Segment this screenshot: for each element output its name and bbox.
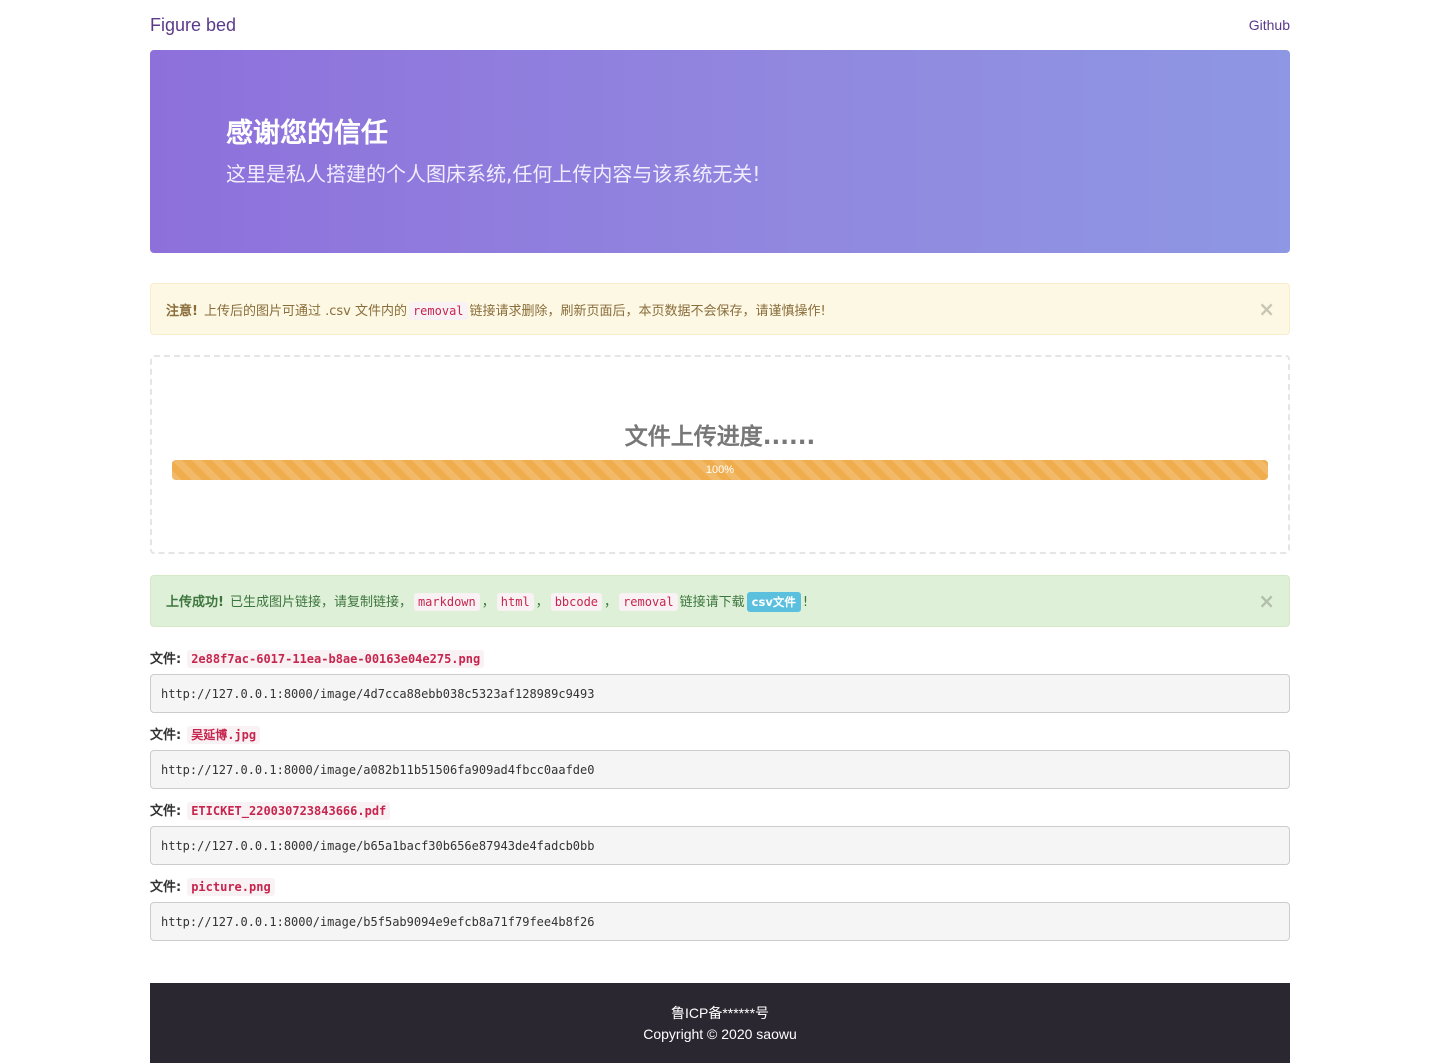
footer-icp: 鲁ICP备******号 (670, 1005, 770, 1021)
success-close-icon[interactable]: × (1258, 591, 1275, 611)
file-url-input[interactable] (150, 826, 1290, 865)
file-label: 文件: (150, 652, 182, 667)
file-name: ETICKET_220030723843666.pdf (187, 802, 391, 820)
file-label-row: 文件: 2e88f7ac-6017-11ea-b8ae-00163e04e275.… (150, 649, 1290, 669)
hero-banner: 感谢您的信任 这里是私人搭建的个人图床系统,任何上传内容与该系统无关! (150, 50, 1290, 253)
file-label-row: 文件: ETICKET_220030723843666.pdf (150, 801, 1290, 821)
file-item: 文件: picture.png (150, 877, 1290, 941)
file-label: 文件: (150, 728, 182, 743)
success-separator: ， (535, 594, 549, 610)
warning-close-icon[interactable]: × (1258, 299, 1275, 319)
file-label-row: 文件: picture.png (150, 877, 1290, 897)
file-url-input[interactable] (150, 902, 1290, 941)
success-message: 上传成功! 已生成图片链接，请复制链接， markdown， html， bbcode，… (166, 591, 808, 612)
success-alert: 上传成功! 已生成图片链接，请复制链接， markdown， html， bbcode，… (150, 575, 1290, 627)
file-url-input[interactable] (150, 674, 1290, 713)
upload-progress-bar: 100% (172, 460, 1268, 480)
success-text-link: 链接请下载 (679, 594, 745, 610)
page-container: Figure bed Github 感谢您的信任 这里是私人搭建的个人图床系统,… (150, 0, 1290, 941)
success-text-before: 已生成图片链接，请复制链接， (229, 594, 412, 610)
hero-subtitle: 这里是私人搭建的个人图床系统,任何上传内容与该系统无关! (226, 162, 761, 186)
warning-alert: 注意! 上传后的图片可通过 .csv 文件内的 removal 链接请求删除，刷新页面… (150, 283, 1290, 335)
file-label-row: 文件: 吴延博.jpg (150, 725, 1290, 745)
success-code-html: html (496, 592, 534, 611)
file-name: 吴延博.jpg (187, 726, 261, 744)
csv-download-badge[interactable]: csv文件 (746, 591, 801, 612)
success-code-removal: removal (619, 592, 678, 611)
warning-strong: 注意! (166, 303, 198, 319)
hero-title: 感谢您的信任 (226, 118, 388, 149)
success-separator: ， (481, 594, 495, 610)
file-list: 文件: 2e88f7ac-6017-11ea-b8ae-00163e04e275.… (150, 649, 1290, 941)
file-item: 文件: ETICKET_220030723843666.pdf (150, 801, 1290, 865)
github-link[interactable]: Github (1249, 17, 1290, 33)
brand-logo-text[interactable]: Figure bed (150, 15, 236, 36)
file-name: picture.png (187, 878, 275, 896)
upload-dropzone[interactable]: 文件上传进度...... 100% (150, 355, 1290, 554)
upload-progress-title: 文件上传进度...... (624, 424, 816, 450)
page-footer: 鲁ICP备******号 Copyright © 2020 saowu (150, 983, 1290, 1063)
success-strong: 上传成功! (166, 594, 224, 610)
upload-progress-track: 100% (172, 460, 1268, 480)
file-item: 文件: 2e88f7ac-6017-11ea-b8ae-00163e04e275.… (150, 649, 1290, 713)
file-label: 文件: (150, 880, 182, 895)
file-name: 2e88f7ac-6017-11ea-b8ae-00163e04e275.png (187, 650, 485, 668)
success-code-bbcode: bbcode (550, 592, 603, 611)
footer-copyright: Copyright © 2020 saowu (643, 1026, 797, 1042)
warning-code-removal: removal (408, 301, 468, 320)
file-label: 文件: (150, 804, 182, 819)
warning-text-before: 上传后的图片可通过 .csv 文件内的 (203, 303, 407, 319)
warning-text-after: 链接请求删除，刷新页面后，本页数据不会保存，请谨慎操作! (469, 303, 826, 319)
warning-message: 注意! 上传后的图片可通过 .csv 文件内的 removal 链接请求删除，刷新页面… (166, 300, 826, 320)
success-text-end: ! (802, 594, 809, 610)
success-code-markdown: markdown (413, 592, 480, 611)
success-separator: ， (604, 594, 618, 610)
navbar: Figure bed Github (150, 0, 1290, 50)
file-url-input[interactable] (150, 750, 1290, 789)
file-item: 文件: 吴延博.jpg (150, 725, 1290, 789)
